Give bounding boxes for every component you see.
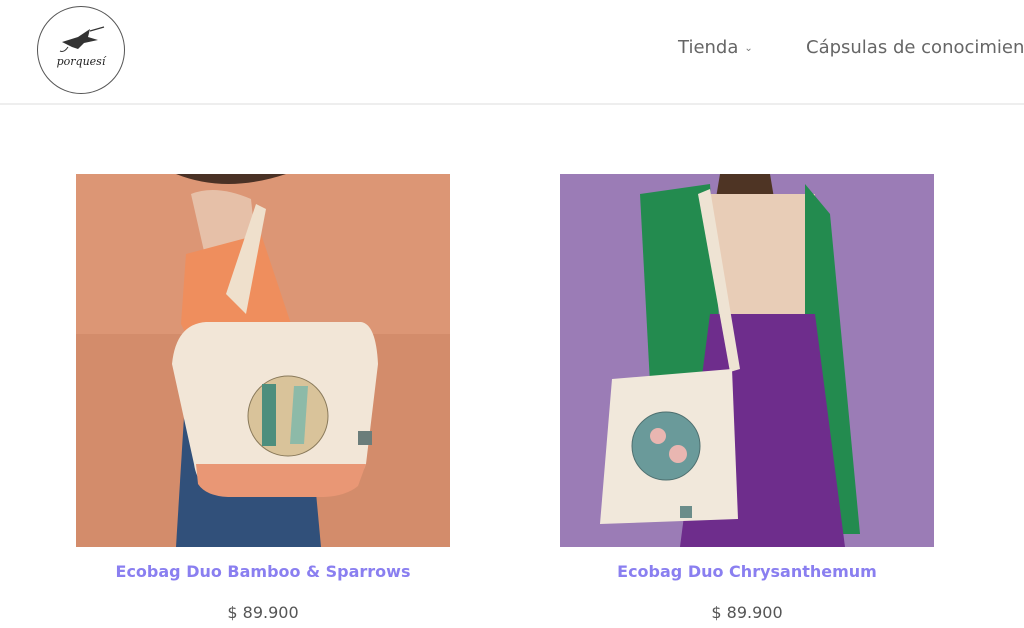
product-photo (76, 174, 450, 547)
product-title-chrysanthemum[interactable]: Ecobag Duo Chrysanthemum (560, 562, 934, 581)
nav-capsulas-label: Cápsulas de conocimiento (806, 37, 1024, 58)
logo-wordmark: porquesí (56, 55, 106, 68)
nav-tienda[interactable]: Tienda ⌄ (678, 37, 753, 58)
nav-tienda-label: Tienda (678, 37, 739, 58)
product-image-chrysanthemum[interactable] (560, 174, 934, 547)
product-price: $ 89.900 (711, 603, 783, 622)
chevron-down-icon: ⌄ (744, 42, 753, 54)
product-title-bamboo-sparrows[interactable]: Ecobag Duo Bamboo & Sparrows (76, 562, 450, 581)
hummingbird-icon (59, 26, 105, 52)
nav-capsulas[interactable]: Cápsulas de conocimiento (806, 37, 1024, 58)
product-image-bamboo-sparrows[interactable] (76, 174, 450, 547)
product-photo (560, 174, 934, 547)
site-logo[interactable]: porquesí (37, 6, 125, 94)
product-price: $ 89.900 (227, 603, 299, 622)
site-header: porquesí Tienda ⌄ Cápsulas de conocimient… (0, 0, 1024, 105)
